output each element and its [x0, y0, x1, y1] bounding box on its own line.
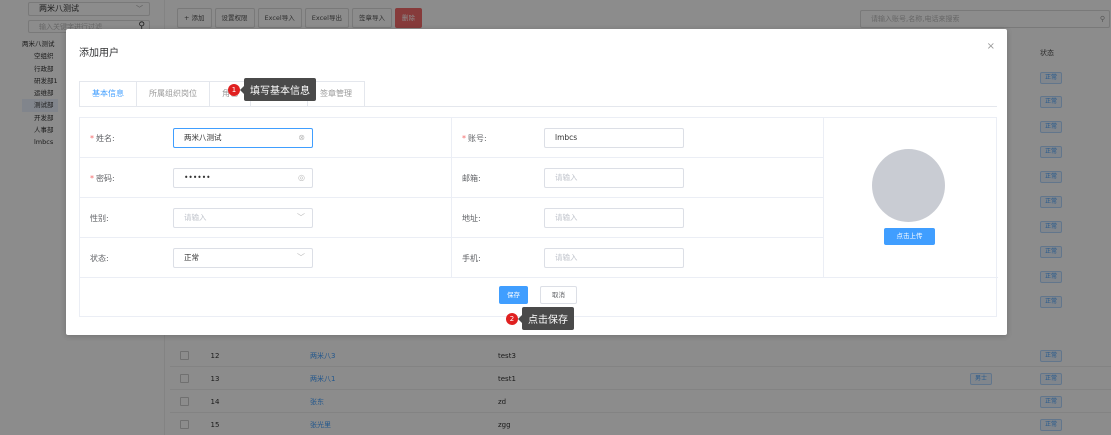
clear-icon[interactable]: ⊗	[298, 129, 305, 147]
basic-info-form: * 姓名: 两米八测试 ⊗ * 账号: lmbcs * 密码: •••••• ◎ 邮箱: …	[79, 117, 998, 317]
cancel-button[interactable]: 取消	[540, 286, 577, 304]
upload-avatar-button[interactable]: 点击上传	[884, 228, 935, 245]
phone-field[interactable]: 请输入	[544, 248, 684, 268]
status-select[interactable]: 正常 ﹀	[173, 248, 313, 268]
step2-callout: 2 点击保存	[506, 307, 574, 330]
step1-text: 填写基本信息	[240, 78, 316, 101]
step1-callout: 1 填写基本信息	[228, 78, 316, 101]
chevron-down-icon: ﹀	[297, 253, 305, 262]
step2-number: 2	[506, 312, 518, 325]
name-field[interactable]: 两米八测试 ⊗	[173, 128, 313, 148]
gender-label: 性别:	[90, 214, 109, 223]
address-label: 地址:	[462, 214, 481, 223]
tab-seal-management[interactable]: 签章管理	[308, 81, 365, 107]
phone-label: 手机:	[462, 254, 481, 263]
add-user-dialog: 添加用户 × 基本信息 所属组织岗位 角色 分级管理 签章管理 *姓名: 两米八…	[66, 29, 1007, 335]
tabs-divider	[79, 106, 997, 107]
dialog-title: 添加用户	[79, 48, 119, 59]
step1-number: 1	[228, 83, 240, 96]
step2-text: 点击保存	[518, 307, 574, 330]
save-button[interactable]: 保存	[499, 286, 528, 304]
password-label: * 密码:	[90, 174, 115, 183]
password-field[interactable]: •••••• ◎	[173, 168, 313, 188]
chevron-down-icon: ﹀	[297, 213, 305, 222]
tab-basic-info[interactable]: 基本信息	[79, 81, 137, 107]
eye-icon[interactable]: ◎	[298, 169, 305, 187]
status-label: 状态:	[90, 254, 109, 263]
email-field[interactable]: 请输入	[544, 168, 684, 188]
name-label: * 姓名:	[90, 134, 115, 143]
address-field[interactable]: 请输入	[544, 208, 684, 228]
tab-org-position[interactable]: 所属组织岗位	[137, 81, 210, 107]
account-label: * 账号:	[462, 134, 487, 143]
avatar	[872, 149, 945, 222]
close-icon[interactable]: ×	[987, 41, 995, 52]
gender-select[interactable]: 请输入 ﹀	[173, 208, 313, 228]
email-label: 邮箱:	[462, 174, 481, 183]
dialog-tabs: 基本信息 所属组织岗位 角色 分级管理 签章管理	[79, 81, 365, 107]
account-field[interactable]: lmbcs	[544, 128, 684, 148]
